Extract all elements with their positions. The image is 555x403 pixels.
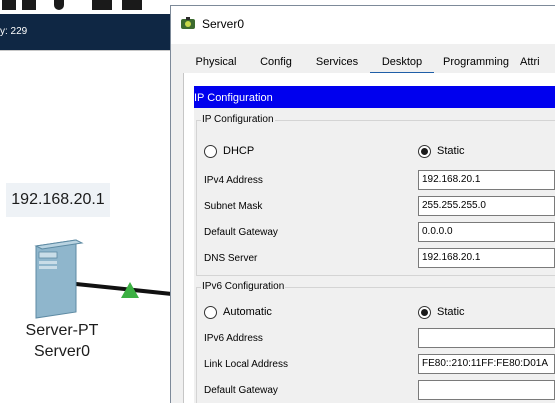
tab-label: Services [315, 56, 359, 68]
device-name: Server0 [33, 343, 91, 360]
ipv6-static-radio-button[interactable] [418, 306, 431, 319]
tab-desktop[interactable]: Desktop [370, 52, 434, 74]
tab-programming[interactable]: Programming [436, 52, 516, 74]
default-gateway-field[interactable]: 0.0.0.0 [418, 222, 555, 242]
subnet-mask-field[interactable]: 255.255.255.0 [418, 196, 555, 216]
dhcp-radio[interactable]: DHCP [204, 145, 274, 161]
cable-line [75, 282, 172, 296]
tab-label: Desktop [381, 56, 423, 68]
tab-config[interactable]: Config [248, 52, 304, 74]
dhcp-radio-label: DHCP [223, 145, 255, 157]
ipv6-address-field[interactable] [418, 328, 555, 348]
dhcp-radio-button[interactable] [204, 145, 217, 158]
subnet-mask-label: Subnet Mask [204, 201, 263, 212]
window-titlebar[interactable]: Server0 [171, 6, 555, 44]
ipv4-static-radio-button[interactable] [418, 145, 431, 158]
tab-label: Programming [442, 56, 510, 68]
default-gateway-label: Default Gateway [204, 227, 278, 238]
ipv6-address-label: IPv6 Address [204, 333, 263, 344]
ip-configuration-header-text: IP Configuration [194, 92, 273, 104]
packet-tracer-screen: y: 229 192.168.20.1 Server-PT Server0 Se… [0, 0, 555, 403]
ipv4-group-title: IP Configuration [201, 114, 275, 125]
ipv4-address-label: IPv4 Address [204, 175, 263, 186]
ipv6-group-title: IPv6 Configuration [201, 281, 286, 292]
tab-bar: Physical Config Services Desktop Program… [184, 52, 555, 74]
tab-attributes[interactable]: Attri [518, 52, 555, 74]
ipv4-address-field[interactable]: 192.168.20.1 [418, 170, 555, 190]
device-ip-label: 192.168.20.1 [6, 183, 110, 217]
ipv6-default-gateway-label: Default Gateway [204, 385, 278, 396]
ipv6-automatic-radio-label: Automatic [223, 306, 272, 318]
packet-tracer-app-icon [181, 17, 195, 29]
ipv4-static-radio-label: Static [437, 145, 465, 157]
tab-services[interactable]: Services [306, 52, 368, 74]
ipv6-automatic-radio-button[interactable] [204, 306, 217, 319]
server-icon [34, 239, 84, 319]
ipv6-static-radio-label: Static [437, 306, 465, 318]
ip-configuration-header: IP Configuration [194, 86, 555, 110]
device-label[interactable]: Server-PT Server0 [20, 320, 104, 362]
device-type: Server-PT [25, 322, 99, 339]
tab-label: Config [260, 56, 292, 68]
dns-server-label: DNS Server [204, 253, 258, 264]
ipv6-static-radio[interactable]: Static [418, 306, 488, 322]
link-local-address-label: Link Local Address [204, 359, 288, 370]
tab-label: Physical [195, 56, 237, 68]
tab-physical[interactable]: Physical [184, 52, 248, 74]
link-local-address-field[interactable]: FE80::210:11FF:FE80:D01A [418, 354, 555, 374]
ipv4-static-radio[interactable]: Static [418, 145, 488, 161]
dns-server-field[interactable]: 192.168.20.1 [418, 248, 555, 268]
tab-label: Attri [520, 56, 540, 68]
window-title: Server0 [202, 17, 245, 31]
ipv6-default-gateway-field[interactable] [418, 380, 555, 400]
ipv6-automatic-radio[interactable]: Automatic [204, 306, 294, 322]
